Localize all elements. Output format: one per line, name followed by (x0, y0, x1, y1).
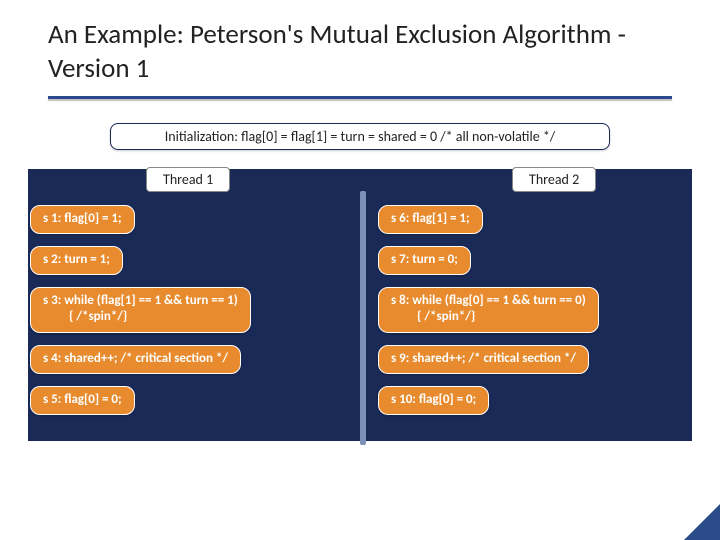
slide-title: An Example: Peterson's Mutual Exclusion … (48, 18, 672, 86)
thread1-steps: s 1: flag[0] = 1; s 2: turn = 1; s 3: wh… (30, 205, 350, 416)
step-s6: s 6: flag[1] = 1; (378, 205, 483, 234)
step-s5: s 5: flag[0] = 0; (30, 386, 135, 415)
corner-accent-icon (684, 504, 720, 540)
step-s2: s 2: turn = 1; (30, 246, 123, 275)
step-s7: s 7: turn = 0; (378, 246, 471, 275)
step-s4: s 4: shared++; /* critical section */ (30, 345, 241, 374)
thread2-steps: s 6: flag[1] = 1; s 7: turn = 0; s 8: wh… (378, 205, 698, 416)
step-s8-line1: s 8: while (flag[0] == 1 && turn == 0) (391, 293, 586, 308)
thread1-label: Thread 1 (146, 167, 230, 192)
step-s3-line2: { /*spin*/} (43, 309, 238, 325)
diagram-area: Initialization: flag[0] = flag[1] = turn… (28, 123, 692, 503)
step-s8: s 8: while (flag[0] == 1 && turn == 0){ … (378, 287, 599, 333)
step-s10: s 10: flag[0] = 0; (378, 386, 489, 415)
step-s9: s 9: shared++; /* critical section */ (378, 345, 589, 374)
step-s3: s 3: while (flag[1] == 1 && turn == 1){ … (30, 287, 251, 333)
thread-divider (360, 191, 366, 445)
thread2-label: Thread 2 (512, 167, 596, 192)
title-block: An Example: Peterson's Mutual Exclusion … (0, 0, 720, 90)
step-s1: s 1: flag[0] = 1; (30, 205, 135, 234)
step-s8-line2: { /*spin*/} (391, 309, 586, 325)
initialization-box: Initialization: flag[0] = flag[1] = turn… (110, 123, 610, 150)
step-s3-line1: s 3: while (flag[1] == 1 && turn == 1) (43, 293, 238, 308)
title-underline (48, 96, 672, 99)
